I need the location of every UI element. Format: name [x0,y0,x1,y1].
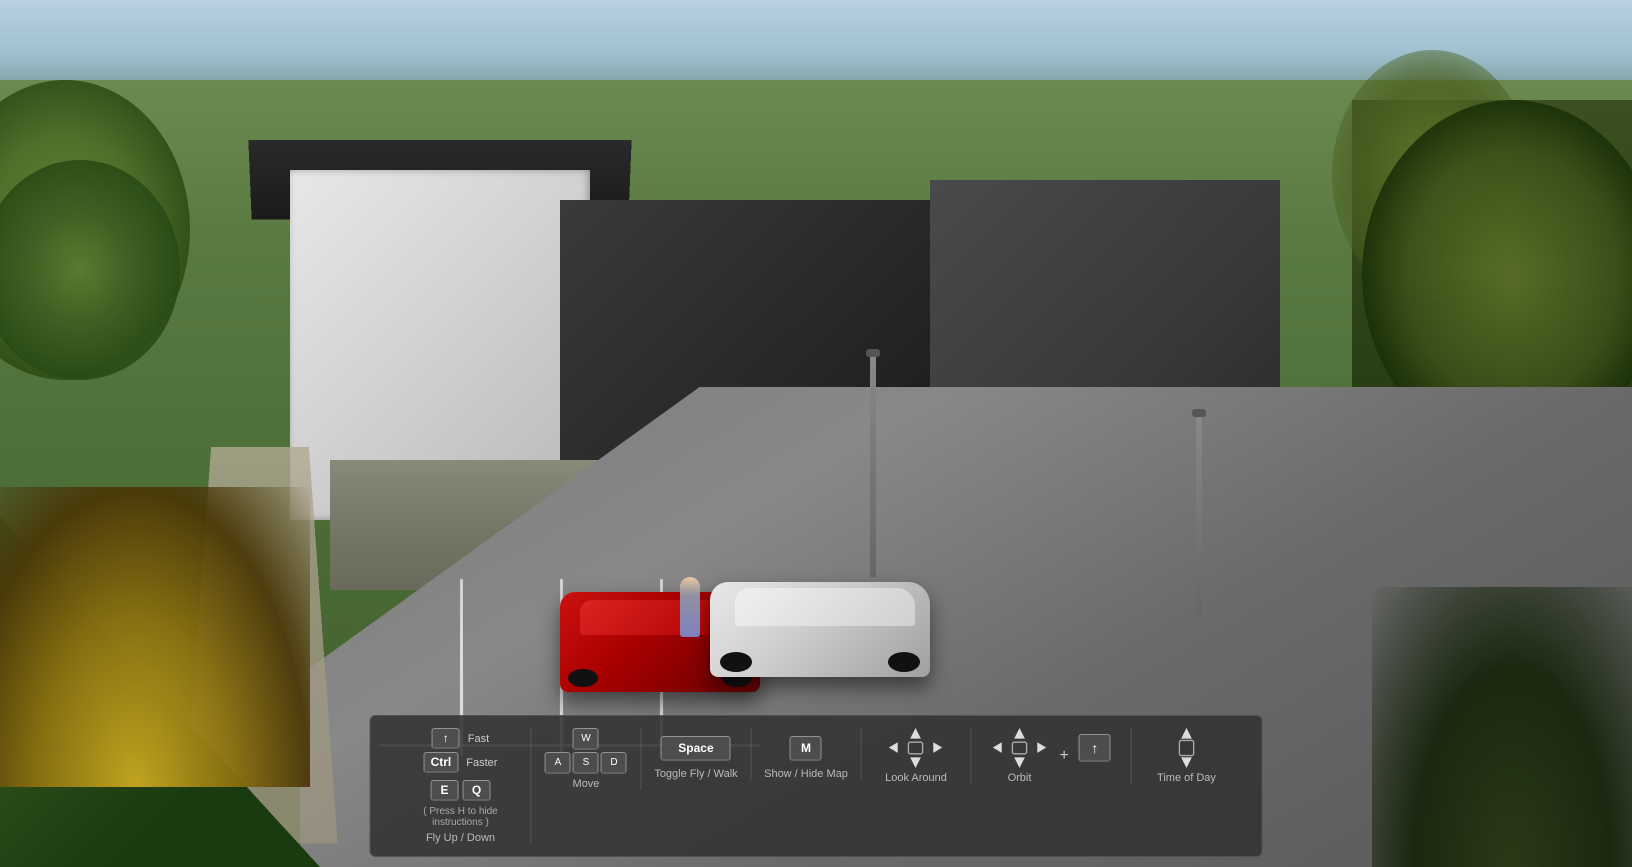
key-row-fast: ↑ Fast [432,728,489,749]
light-pole-2 [1196,417,1202,617]
person-figure [680,577,700,637]
time-of-day-label: Time of Day [1157,772,1216,784]
key-row-m: M [790,736,822,761]
look-around-label: Look Around [885,772,947,784]
plant-foreground-left [0,487,310,787]
plant-foreground-right [1372,587,1632,867]
orbit-label: Orbit [1008,772,1032,784]
fast-label: Fast [468,733,489,745]
orbit-section: Orbit + ↑ - [971,728,1131,784]
faster-label: Faster [466,757,497,769]
fly-up-down-section: ↑ Fast Ctrl Faster E Q ( Press H to hide… [391,728,532,844]
key-orbit-up[interactable]: ↑ [1079,734,1111,762]
key-m[interactable]: M [790,736,822,761]
key-ctrl[interactable]: Ctrl [424,752,459,773]
time-of-day-icon [1156,728,1216,768]
look-around-section: Look Around [861,728,971,784]
toggle-fly-walk-label: Toggle Fly / Walk [654,768,737,780]
key-q[interactable]: Q [463,780,491,801]
wasd-middle-row: A S D [545,752,627,774]
key-up-arrow[interactable]: ↑ [432,728,460,749]
key-a[interactable]: A [545,752,571,774]
key-e[interactable]: E [431,780,459,801]
key-row-space: Space [661,736,731,761]
show-hide-map-label: Show / Hide Map [764,768,848,780]
wasd-top-row: W [573,728,599,750]
key-space[interactable]: Space [661,736,731,761]
fly-up-down-label: Fly Up / Down [426,832,495,844]
plus-separator: + [1059,747,1068,765]
move-section: W A S D Move [531,728,641,790]
toggle-fly-walk-section: Space Toggle Fly / Walk [641,728,751,780]
key-s[interactable]: S [573,752,599,774]
key-w[interactable]: W [573,728,599,750]
look-around-icon [886,728,946,768]
key-d[interactable]: D [601,752,627,774]
controls-panel: ↑ Fast Ctrl Faster E Q ( Press H to hide… [370,715,1263,857]
press-h-hint: ( Press H to hide instructions ) [409,806,513,828]
light-pole-1 [870,357,876,577]
key-row-eq: E Q [431,780,491,801]
show-hide-map-section: M Show / Hide Map [751,728,861,780]
move-label: Move [573,778,600,790]
key-row-faster: Ctrl Faster [424,752,498,773]
car-white [710,582,930,677]
orbit-arrows-icon [989,728,1049,768]
wasd-cluster: W A S D [545,728,627,774]
3d-viewport: ↑ Fast Ctrl Faster E Q ( Press H to hide… [0,0,1632,867]
time-of-day-section: Time of Day [1131,728,1241,784]
